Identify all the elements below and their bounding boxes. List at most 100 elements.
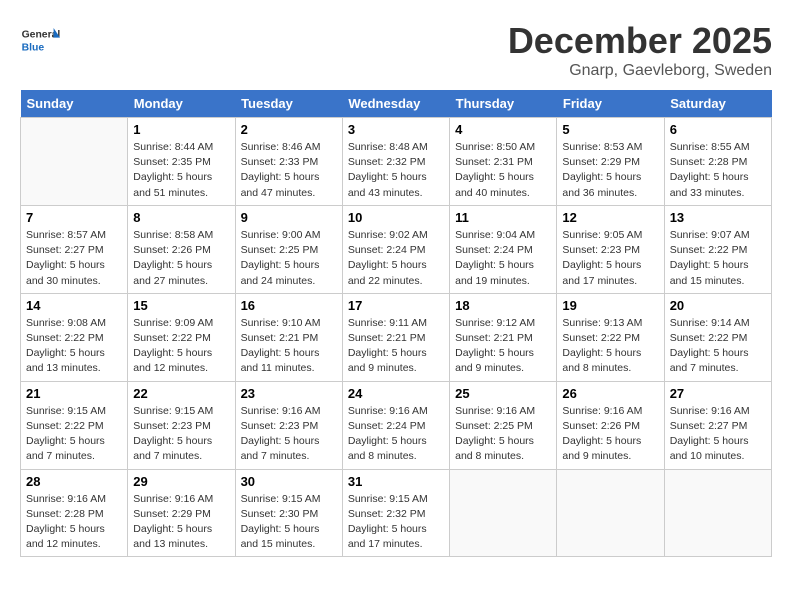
calendar-cell: 27Sunrise: 9:16 AM Sunset: 2:27 PM Dayli… [664,381,771,469]
day-number: 23 [241,386,337,401]
header-day-saturday: Saturday [664,90,771,118]
day-info: Sunrise: 9:15 AM Sunset: 2:23 PM Dayligh… [133,404,229,465]
header-day-monday: Monday [128,90,235,118]
calendar-cell [450,469,557,557]
calendar-cell [557,469,664,557]
day-info: Sunrise: 9:15 AM Sunset: 2:32 PM Dayligh… [348,492,444,553]
calendar-cell: 22 Sunrise: 9:15 AM Sunset: 2:23 PM Dayli… [128,381,235,469]
day-number: 26 [562,386,658,401]
header-day-tuesday: Tuesday [235,90,342,118]
day-info: Sunrise: 9:12 AM Sunset: 2:21 PM Dayligh… [455,316,551,377]
calendar-week-3: 14 Sunrise: 9:08 AM Sunset: 2:22 PM Dayli… [21,293,772,381]
calendar-cell: 1 Sunrise: 8:44 AM Sunset: 2:35 PM Daylig… [128,118,235,206]
day-number: 13 [670,210,766,225]
day-info: Sunrise: 9:09 AM Sunset: 2:22 PM Dayligh… [133,316,229,377]
calendar-cell: 16 Sunrise: 9:10 AM Sunset: 2:21 PM Dayli… [235,293,342,381]
day-info: Sunrise: 9:08 AM Sunset: 2:22 PM Dayligh… [26,316,122,377]
day-number: 1 [133,122,229,137]
day-info: Sunrise: 9:16 AM Sunset: 2:29 PM Dayligh… [133,492,229,553]
calendar-cell: 2 Sunrise: 8:46 AM Sunset: 2:33 PM Daylig… [235,118,342,206]
day-info: Sunrise: 9:14 AM Sunset: 2:22 PM Dayligh… [670,316,766,377]
location: Gnarp, Gaevleborg, Sweden [508,62,772,80]
calendar-header-row: SundayMondayTuesdayWednesdayThursdayFrid… [21,90,772,118]
calendar-cell [21,118,128,206]
calendar-cell: 12 Sunrise: 9:05 AM Sunset: 2:23 PM Dayli… [557,205,664,293]
day-number: 18 [455,298,551,313]
day-info: Sunrise: 8:50 AM Sunset: 2:31 PM Dayligh… [455,140,551,201]
calendar-cell: 14 Sunrise: 9:08 AM Sunset: 2:22 PM Dayli… [21,293,128,381]
calendar-cell: 3Sunrise: 8:48 AM Sunset: 2:32 PM Daylig… [342,118,449,206]
calendar-week-1: 1 Sunrise: 8:44 AM Sunset: 2:35 PM Daylig… [21,118,772,206]
page-header: General Blue December 2025 Gnarp, Gaevle… [20,20,772,80]
day-number: 8 [133,210,229,225]
calendar-cell: 9 Sunrise: 9:00 AM Sunset: 2:25 PM Daylig… [235,205,342,293]
calendar-cell: 31 Sunrise: 9:15 AM Sunset: 2:32 PM Dayli… [342,469,449,557]
calendar-cell: 21Sunrise: 9:15 AM Sunset: 2:22 PM Dayli… [21,381,128,469]
day-info: Sunrise: 9:10 AM Sunset: 2:21 PM Dayligh… [241,316,337,377]
calendar-cell: 29Sunrise: 9:16 AM Sunset: 2:29 PM Dayli… [128,469,235,557]
day-number: 16 [241,298,337,313]
calendar-cell: 4 Sunrise: 8:50 AM Sunset: 2:31 PM Daylig… [450,118,557,206]
calendar-cell: 11 Sunrise: 9:04 AM Sunset: 2:24 PM Dayli… [450,205,557,293]
day-number: 31 [348,474,444,489]
day-number: 11 [455,210,551,225]
day-info: Sunrise: 9:15 AM Sunset: 2:22 PM Dayligh… [26,404,122,465]
calendar-cell: 28 Sunrise: 9:16 AM Sunset: 2:28 PM Dayli… [21,469,128,557]
calendar-cell: 17 Sunrise: 9:11 AM Sunset: 2:21 PM Dayli… [342,293,449,381]
day-number: 17 [348,298,444,313]
day-number: 5 [562,122,658,137]
day-info: Sunrise: 8:57 AM Sunset: 2:27 PM Dayligh… [26,228,122,289]
header-day-wednesday: Wednesday [342,90,449,118]
day-number: 9 [241,210,337,225]
day-info: Sunrise: 8:46 AM Sunset: 2:33 PM Dayligh… [241,140,337,201]
day-info: Sunrise: 9:16 AM Sunset: 2:26 PM Dayligh… [562,404,658,465]
day-number: 2 [241,122,337,137]
logo: General Blue [20,20,64,60]
day-number: 10 [348,210,444,225]
day-info: Sunrise: 9:15 AM Sunset: 2:30 PM Dayligh… [241,492,337,553]
calendar-week-4: 21Sunrise: 9:15 AM Sunset: 2:22 PM Dayli… [21,381,772,469]
day-info: Sunrise: 8:55 AM Sunset: 2:28 PM Dayligh… [670,140,766,201]
month-title: December 2025 [508,20,772,62]
calendar-cell: 26 Sunrise: 9:16 AM Sunset: 2:26 PM Dayli… [557,381,664,469]
svg-text:Blue: Blue [22,42,45,53]
calendar-cell: 24 Sunrise: 9:16 AM Sunset: 2:24 PM Dayli… [342,381,449,469]
day-info: Sunrise: 9:00 AM Sunset: 2:25 PM Dayligh… [241,228,337,289]
day-info: Sunrise: 9:05 AM Sunset: 2:23 PM Dayligh… [562,228,658,289]
calendar-cell: 5 Sunrise: 8:53 AM Sunset: 2:29 PM Daylig… [557,118,664,206]
calendar-cell: 7 Sunrise: 8:57 AM Sunset: 2:27 PM Daylig… [21,205,128,293]
day-info: Sunrise: 8:44 AM Sunset: 2:35 PM Dayligh… [133,140,229,201]
day-number: 20 [670,298,766,313]
calendar-cell: 20 Sunrise: 9:14 AM Sunset: 2:22 PM Dayli… [664,293,771,381]
calendar-week-5: 28 Sunrise: 9:16 AM Sunset: 2:28 PM Dayli… [21,469,772,557]
calendar-cell: 6 Sunrise: 8:55 AM Sunset: 2:28 PM Daylig… [664,118,771,206]
day-info: Sunrise: 8:58 AM Sunset: 2:26 PM Dayligh… [133,228,229,289]
day-number: 24 [348,386,444,401]
calendar-cell: 19Sunrise: 9:13 AM Sunset: 2:22 PM Dayli… [557,293,664,381]
day-info: Sunrise: 9:11 AM Sunset: 2:21 PM Dayligh… [348,316,444,377]
day-number: 4 [455,122,551,137]
calendar-cell: 10Sunrise: 9:02 AM Sunset: 2:24 PM Dayli… [342,205,449,293]
day-number: 7 [26,210,122,225]
day-info: Sunrise: 9:04 AM Sunset: 2:24 PM Dayligh… [455,228,551,289]
calendar-table: SundayMondayTuesdayWednesdayThursdayFrid… [20,90,772,557]
calendar-cell: 23Sunrise: 9:16 AM Sunset: 2:23 PM Dayli… [235,381,342,469]
header-day-friday: Friday [557,90,664,118]
day-number: 12 [562,210,658,225]
day-info: Sunrise: 9:13 AM Sunset: 2:22 PM Dayligh… [562,316,658,377]
day-number: 27 [670,386,766,401]
day-info: Sunrise: 9:16 AM Sunset: 2:24 PM Dayligh… [348,404,444,465]
day-number: 25 [455,386,551,401]
day-number: 22 [133,386,229,401]
day-info: Sunrise: 8:53 AM Sunset: 2:29 PM Dayligh… [562,140,658,201]
calendar-cell: 18 Sunrise: 9:12 AM Sunset: 2:21 PM Dayli… [450,293,557,381]
header-day-thursday: Thursday [450,90,557,118]
day-info: Sunrise: 9:16 AM Sunset: 2:28 PM Dayligh… [26,492,122,553]
header-day-sunday: Sunday [21,90,128,118]
day-number: 14 [26,298,122,313]
calendar-cell: 8 Sunrise: 8:58 AM Sunset: 2:26 PM Daylig… [128,205,235,293]
logo-icon: General Blue [20,20,60,60]
day-number: 28 [26,474,122,489]
day-info: Sunrise: 9:07 AM Sunset: 2:22 PM Dayligh… [670,228,766,289]
day-number: 6 [670,122,766,137]
